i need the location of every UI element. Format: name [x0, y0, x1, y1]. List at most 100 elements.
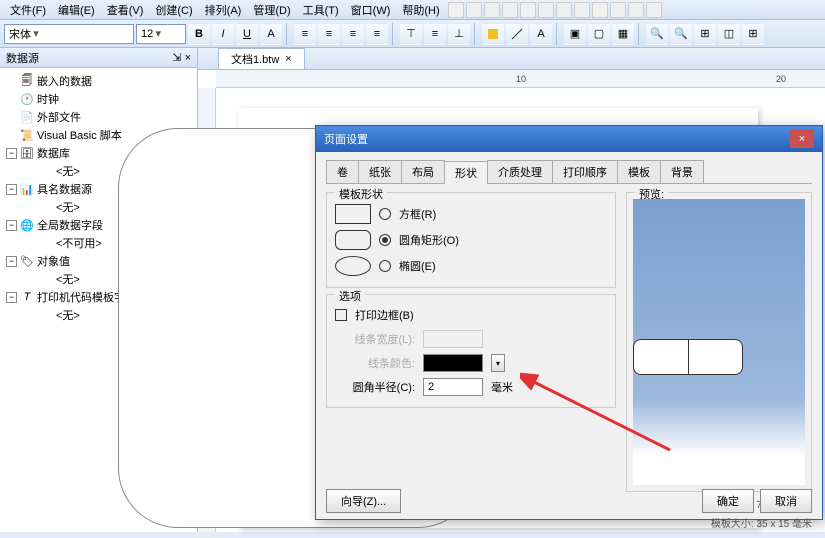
open-icon[interactable]: [466, 2, 482, 18]
menu-edit[interactable]: 编辑(E): [52, 0, 101, 20]
radio-roundrect[interactable]: 圆角矩形(O): [335, 227, 607, 253]
collapse-icon[interactable]: −: [6, 220, 17, 231]
tree-external[interactable]: 📄外部文件: [6, 108, 191, 126]
grid-button[interactable]: ⊞: [742, 23, 764, 45]
preview-label-shape: [633, 339, 743, 375]
ok-button[interactable]: 确定: [702, 489, 754, 513]
fit-button[interactable]: ⊞: [694, 23, 716, 45]
fill-button[interactable]: [482, 23, 504, 45]
checkbox-icon: [335, 309, 347, 321]
radius-input[interactable]: [423, 378, 483, 396]
actual-button[interactable]: ◫: [718, 23, 740, 45]
font-combo[interactable]: 宋体▾: [4, 24, 134, 44]
radio-label: 圆角矩形(O): [399, 232, 459, 248]
copy-icon[interactable]: [592, 2, 608, 18]
menu-help[interactable]: 帮助(H): [396, 0, 445, 20]
radio-label: 方框(R): [399, 206, 436, 222]
tab-media[interactable]: 介质处理: [487, 160, 553, 183]
wizard-button[interactable]: 向导(Z)...: [326, 489, 401, 513]
align-left-button[interactable]: ≡: [294, 23, 316, 45]
valign-top-button[interactable]: ⊤: [400, 23, 422, 45]
tab-paper[interactable]: 纸张: [358, 160, 402, 183]
paste-icon[interactable]: [610, 2, 626, 18]
format-toolbar: 宋体▾ 12▾ B I U A ≡ ≡ ≡ ≡ ⊤ ≡ ⊥ A ▣ ▢ ▦ 🔍 …: [0, 20, 825, 48]
align-right-button[interactable]: ≡: [342, 23, 364, 45]
cancel-button[interactable]: 取消: [760, 489, 812, 513]
align-center-button[interactable]: ≡: [318, 23, 340, 45]
cut-icon[interactable]: [574, 2, 590, 18]
named-icon: 📊: [20, 182, 34, 196]
redo-icon[interactable]: [646, 2, 662, 18]
menu-view[interactable]: 查看(V): [101, 0, 150, 20]
tool-icon[interactable]: [538, 2, 554, 18]
linewidth-input: [423, 330, 483, 348]
tree-embedded[interactable]: 🗐嵌入的数据: [6, 72, 191, 90]
tab-bg[interactable]: 背景: [660, 160, 704, 183]
separator: [638, 23, 642, 45]
ruler-tick: 20: [776, 74, 786, 84]
pin-icon[interactable]: ⇲: [172, 52, 181, 64]
tab-shape[interactable]: 形状: [444, 161, 488, 184]
back-button[interactable]: ▢: [588, 23, 610, 45]
clock-icon: 🕐: [20, 92, 34, 106]
group-button[interactable]: ▦: [612, 23, 634, 45]
tab-roll[interactable]: 卷: [326, 160, 359, 183]
valign-mid-button[interactable]: ≡: [424, 23, 446, 45]
radio-label: 椭圆(E): [399, 258, 436, 274]
menu-window[interactable]: 窗口(W): [345, 0, 397, 20]
tag-icon: 🏷: [20, 254, 34, 268]
radio-oval[interactable]: 椭圆(E): [335, 253, 607, 279]
save-icon[interactable]: [484, 2, 500, 18]
chevron-down-icon[interactable]: ▾: [491, 354, 505, 372]
radio-rect[interactable]: 方框(R): [335, 201, 607, 227]
menu-tools[interactable]: 工具(T): [297, 0, 345, 20]
italic-button[interactable]: I: [212, 23, 234, 45]
roundrect-icon: [335, 230, 371, 250]
tree-clock[interactable]: 🕐时钟: [6, 90, 191, 108]
ruler-horizontal: 10 20: [216, 70, 825, 88]
linecolor-label: 线条颜色:: [335, 355, 415, 371]
doc-tab[interactable]: 文档1.btw×: [218, 48, 305, 69]
bold-button[interactable]: B: [188, 23, 210, 45]
printer-icon: T: [20, 290, 34, 304]
zoomout-button[interactable]: 🔍: [670, 23, 692, 45]
document-tabs: 文档1.btw×: [198, 48, 825, 70]
menu-file[interactable]: 文件(F): [4, 0, 52, 20]
valign-bot-button[interactable]: ⊥: [448, 23, 470, 45]
close-button[interactable]: ×: [790, 130, 814, 148]
collapse-icon[interactable]: −: [6, 256, 17, 267]
tab-template[interactable]: 模板: [617, 160, 661, 183]
ruler-tick: 10: [516, 74, 526, 84]
align-just-button[interactable]: ≡: [366, 23, 388, 45]
new-icon[interactable]: [448, 2, 464, 18]
globe-icon: 🌐: [20, 218, 34, 232]
color-swatch[interactable]: [423, 354, 483, 372]
size-combo[interactable]: 12▾: [136, 24, 186, 44]
preview-icon[interactable]: [520, 2, 536, 18]
underline-button[interactable]: U: [236, 23, 258, 45]
zoomin-button[interactable]: 🔍: [646, 23, 668, 45]
menu-arrange[interactable]: 排列(A): [199, 0, 248, 20]
checkbox-printborder[interactable]: 打印边框(B): [335, 303, 607, 327]
dialog-titlebar[interactable]: 页面设置 ×: [316, 126, 822, 152]
tab-print[interactable]: 打印顺序: [552, 160, 618, 183]
print-icon[interactable]: [502, 2, 518, 18]
fontcolor-button[interactable]: A: [260, 23, 282, 45]
separator: [474, 23, 478, 45]
front-button[interactable]: ▣: [564, 23, 586, 45]
oval-icon: [335, 256, 371, 276]
menu-create[interactable]: 创建(C): [149, 0, 198, 20]
close-icon[interactable]: ×: [185, 52, 191, 64]
tool2-icon[interactable]: [556, 2, 572, 18]
undo-icon[interactable]: [628, 2, 644, 18]
close-icon[interactable]: ×: [285, 53, 291, 65]
shape-group: 模板形状 方框(R) 圆角矩形(O) 椭圆(E): [326, 192, 616, 288]
line-button[interactable]: [506, 23, 528, 45]
menu-manage[interactable]: 管理(D): [247, 0, 296, 20]
text-tool-button[interactable]: A: [530, 23, 552, 45]
collapse-icon[interactable]: −: [6, 184, 17, 195]
template-size-info: 模板大小: 35 x 15 毫米: [626, 515, 812, 530]
collapse-icon[interactable]: −: [6, 148, 17, 159]
collapse-icon[interactable]: −: [6, 292, 17, 303]
tab-layout[interactable]: 布局: [401, 160, 445, 183]
